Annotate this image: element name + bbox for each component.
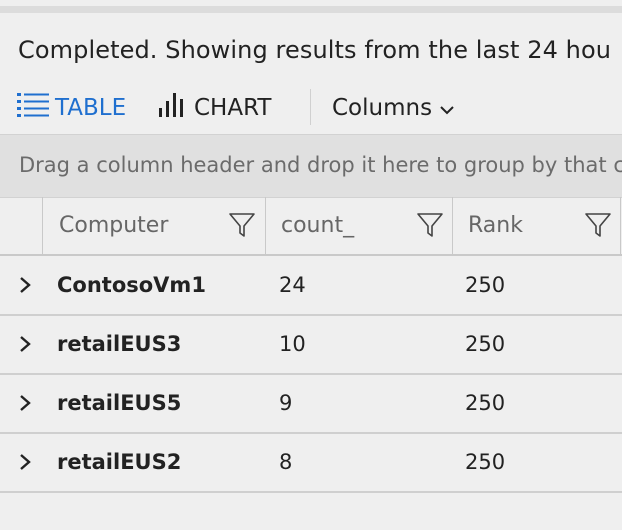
list-icon [17,92,49,124]
column-header-rank[interactable]: Rank [468,197,523,254]
columns-label: Columns [332,95,433,121]
group-by-drop-zone[interactable]: Drag a column header and drop it here to… [0,134,622,198]
cell-rank: 250 [465,332,506,356]
cell-count: 8 [279,450,293,474]
column-divider[interactable] [265,197,266,254]
filter-icon[interactable] [584,211,612,243]
query-results-panel: Completed. Showing results from the last… [0,0,622,530]
cell-rank: 250 [465,391,506,415]
filter-icon[interactable] [416,211,444,243]
filter-icon[interactable] [228,211,256,243]
status-message: Completed. Showing results from the last… [18,36,612,64]
cell-rank: 250 [465,450,506,474]
column-divider[interactable] [42,197,43,254]
results-toolbar: TABLE CHART Columns [0,86,622,130]
chart-view-label: CHART [194,95,272,121]
column-header-computer[interactable]: Computer [59,197,168,254]
column-header-label: Rank [468,213,523,238]
group-by-placeholder: Drag a column header and drop it here to… [19,153,622,177]
column-header-label: Computer [59,213,169,238]
cell-rank: 250 [465,273,506,297]
cell-computer: retailEUS2 [57,450,182,474]
cell-computer: retailEUS3 [57,332,182,356]
column-divider[interactable] [452,197,453,254]
table-row[interactable]: retailEUS3 10 250 [0,315,622,375]
grid-header: Computer count_ Rank [0,197,622,256]
table-view-button[interactable]: TABLE [17,86,126,130]
chevron-right-icon[interactable] [18,334,32,358]
chevron-right-icon[interactable] [18,393,32,417]
column-divider[interactable] [620,197,621,254]
cell-computer: ContosoVm1 [57,273,206,297]
chevron-right-icon[interactable] [18,275,32,299]
table-row[interactable]: ContosoVm1 24 250 [0,256,622,316]
columns-dropdown[interactable]: Columns [332,86,454,130]
bar-chart-icon [158,92,188,124]
cell-computer: retailEUS5 [57,391,182,415]
cell-count: 9 [279,391,293,415]
chevron-right-icon[interactable] [18,452,32,476]
cell-count: 24 [279,273,306,297]
cell-count: 10 [279,332,306,356]
column-header-count[interactable]: count_ [281,197,354,254]
column-header-label: count_ [281,213,355,238]
chevron-down-icon [440,95,454,121]
top-divider [0,6,622,13]
chart-view-button[interactable]: CHART [158,86,271,130]
table-view-label: TABLE [55,95,127,121]
table-row[interactable]: retailEUS5 9 250 [0,374,622,434]
toolbar-separator [310,89,311,125]
table-row[interactable]: retailEUS2 8 250 [0,433,622,493]
